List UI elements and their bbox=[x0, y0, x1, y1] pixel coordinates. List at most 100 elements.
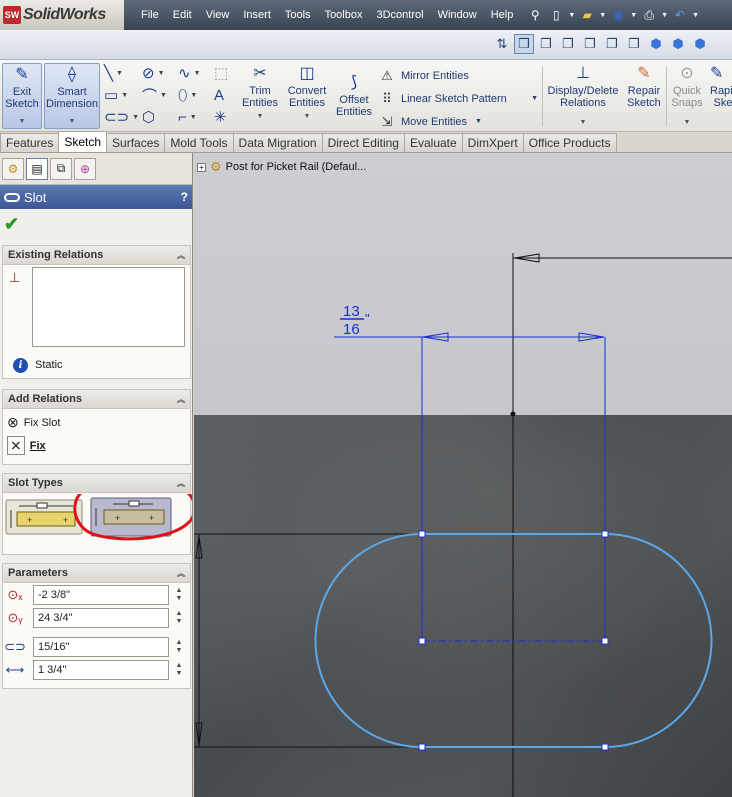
center-x-field[interactable] bbox=[33, 585, 169, 605]
chevron-down-icon[interactable]: ▼ bbox=[158, 70, 165, 77]
tab-sketch[interactable]: Sketch bbox=[58, 131, 108, 152]
tab-surfaces[interactable]: Surfaces bbox=[106, 133, 166, 152]
slot-corner-point[interactable] bbox=[418, 743, 426, 751]
print-icon[interactable]: ⎙ bbox=[640, 6, 658, 24]
menu-3dcontrol[interactable]: 3Dcontrol bbox=[369, 9, 430, 21]
tab-data-migration[interactable]: Data Migration bbox=[232, 133, 323, 152]
ellipse-tool[interactable]: ⬯ ▼ bbox=[178, 85, 218, 105]
convert-entities-button[interactable]: ◫ Convert Entities ▼ bbox=[284, 63, 330, 129]
dimension-13-16[interactable]: 13 16 " bbox=[334, 303, 606, 641]
spline-tool[interactable]: ∿ ▼ bbox=[178, 63, 218, 83]
slot-corner-point[interactable] bbox=[601, 530, 609, 538]
pin-icon[interactable]: ⚲ bbox=[526, 6, 544, 24]
dimxpert-manager-tab-icon[interactable]: ⊕ bbox=[74, 157, 96, 180]
help-button[interactable]: ? bbox=[181, 190, 188, 204]
linear-sketch-pattern-button[interactable]: ⠿ Linear Sketch Pattern ▼ bbox=[378, 87, 538, 110]
shaded-edges-icon[interactable]: ❐ bbox=[580, 34, 600, 54]
view-orientation-icon[interactable]: ⇅ bbox=[492, 34, 512, 54]
chevron-down-icon[interactable]: ▼ bbox=[69, 116, 76, 128]
chevron-down-icon[interactable]: ▼ bbox=[190, 114, 197, 121]
chevron-down-icon[interactable]: ▼ bbox=[160, 92, 167, 99]
arc-tool[interactable]: ⌒ ▼ bbox=[142, 85, 182, 105]
fillet-tool[interactable]: ⌐ ▼ bbox=[178, 107, 218, 127]
add-relations-header[interactable]: Add Relations ︽ bbox=[3, 390, 190, 409]
wireframe-icon[interactable]: ❒ bbox=[514, 34, 534, 54]
polygon-tool[interactable]: ⬡ bbox=[142, 107, 182, 127]
collapse-icon[interactable]: ︽ bbox=[177, 250, 185, 261]
collapse-icon[interactable]: ︽ bbox=[177, 394, 185, 405]
chevron-down-icon[interactable]: ▼ bbox=[692, 12, 699, 19]
fix-slot-option[interactable]: ⊗ Fix Slot bbox=[7, 414, 60, 431]
overall-length-slot-type-button[interactable]: + + bbox=[5, 499, 83, 535]
center-x-spinner[interactable]: ▲ ▼ bbox=[172, 585, 186, 605]
slot-corner-point[interactable] bbox=[601, 743, 609, 751]
menu-file[interactable]: File bbox=[134, 9, 166, 21]
slot-tool[interactable]: ⊂⊃ ▼ bbox=[104, 107, 144, 127]
trimetric-icon[interactable]: ⬢ bbox=[646, 34, 666, 54]
fix-option[interactable]: ⨯ Fix bbox=[7, 436, 46, 455]
trim-entities-button[interactable]: ✂ Trim Entities ▼ bbox=[240, 63, 280, 129]
chevron-down-icon[interactable]: ▼ bbox=[475, 118, 482, 125]
menu-window[interactable]: Window bbox=[431, 9, 484, 21]
slot-endpoint[interactable] bbox=[418, 637, 426, 645]
rapid-sketch-button[interactable]: ✎ Rapid Ske bbox=[710, 63, 732, 129]
chevron-down-icon[interactable]: ▼ bbox=[19, 116, 26, 128]
menu-help[interactable]: Help bbox=[484, 9, 521, 21]
slot-length-field[interactable] bbox=[33, 660, 169, 680]
collapse-icon[interactable]: ︽ bbox=[177, 478, 185, 489]
isometric-icon[interactable]: ❐ bbox=[624, 34, 644, 54]
open-folder-icon[interactable]: ▰ bbox=[578, 6, 596, 24]
menu-insert[interactable]: Insert bbox=[236, 9, 278, 21]
chevron-down-icon[interactable]: ▼ bbox=[630, 12, 637, 19]
center-y-spinner[interactable]: ▲ ▼ bbox=[172, 608, 186, 628]
graphics-area[interactable]: + ⚙ Post for Picket Rail (Defaul... 13 1… bbox=[194, 153, 732, 797]
chevron-down-icon[interactable]: ▼ bbox=[568, 12, 575, 19]
chevron-down-icon[interactable]: ▼ bbox=[304, 111, 311, 123]
offset-entities-button[interactable]: ⟆ Offset Entities bbox=[334, 72, 374, 138]
menu-toolbox[interactable]: Toolbox bbox=[318, 9, 370, 21]
property-manager-tab-icon[interactable]: ▤ bbox=[26, 157, 48, 180]
tab-features[interactable]: Features bbox=[0, 133, 60, 152]
parameters-header[interactable]: Parameters ︽ bbox=[3, 564, 190, 583]
ok-check-icon[interactable]: ✔ bbox=[4, 214, 19, 235]
chevron-down-icon[interactable]: ▼ bbox=[661, 12, 668, 19]
view-box-icon[interactable]: ⬢ bbox=[690, 34, 710, 54]
smart-dimension-button[interactable]: ⟠ Smart Dimension ▼ bbox=[44, 63, 100, 129]
menu-view[interactable]: View bbox=[199, 9, 237, 21]
shaded-icon[interactable]: ❐ bbox=[602, 34, 622, 54]
center-y-field[interactable] bbox=[33, 608, 169, 628]
repair-sketch-button[interactable]: ✎ Repair Sketch bbox=[624, 63, 664, 129]
dimetric-icon[interactable]: ⬢ bbox=[668, 34, 688, 54]
hidden-lines-visible-icon[interactable]: ❐ bbox=[536, 34, 556, 54]
sketch-point[interactable] bbox=[510, 411, 516, 417]
slot-length-spinner[interactable]: ▲ ▼ bbox=[172, 660, 186, 680]
rectangle-tool[interactable]: ▭ ▼ bbox=[104, 85, 144, 105]
chevron-down-icon[interactable]: ▼ bbox=[194, 70, 201, 77]
quick-snaps-button[interactable]: ⊙ Quick Snaps ▼ bbox=[668, 63, 706, 129]
chevron-down-icon[interactable]: ▼ bbox=[531, 95, 538, 102]
slot-endpoint[interactable] bbox=[601, 637, 609, 645]
move-entities-button[interactable]: ⇲ Move Entities ▼ bbox=[378, 110, 538, 133]
new-document-icon[interactable]: ▯ bbox=[547, 6, 565, 24]
chevron-down-icon[interactable]: ▼ bbox=[190, 92, 197, 99]
chevron-down-icon[interactable]: ▼ bbox=[257, 111, 264, 123]
menu-edit[interactable]: Edit bbox=[166, 9, 199, 21]
sketch-canvas[interactable]: 13 16 " bbox=[194, 153, 732, 797]
circle-tool[interactable]: ⊘ ▼ bbox=[142, 63, 182, 83]
slot-width-spinner[interactable]: ▲ ▼ bbox=[172, 637, 186, 657]
slot-corner-point[interactable] bbox=[418, 530, 426, 538]
collapse-icon[interactable]: ︽ bbox=[177, 568, 185, 579]
existing-relations-header[interactable]: Existing Relations ︽ bbox=[3, 246, 190, 265]
configuration-manager-tab-icon[interactable]: ⧉ bbox=[50, 157, 72, 180]
slot-types-header[interactable]: Slot Types ︽ bbox=[3, 474, 190, 493]
tab-dimxpert[interactable]: DimXpert bbox=[461, 133, 524, 152]
display-delete-relations-button[interactable]: ⊥ Display/Delete Relations ▼ bbox=[546, 63, 620, 129]
tab-direct-editing[interactable]: Direct Editing bbox=[321, 133, 405, 152]
chevron-down-icon[interactable]: ▼ bbox=[684, 117, 691, 129]
save-icon[interactable]: ▣ bbox=[609, 6, 627, 24]
menu-tools[interactable]: Tools bbox=[278, 9, 318, 21]
chevron-down-icon[interactable]: ▼ bbox=[132, 114, 139, 121]
chevron-down-icon[interactable]: ▼ bbox=[599, 12, 606, 19]
exit-sketch-button[interactable]: ✎ Exit Sketch ▼ bbox=[2, 63, 42, 129]
chevron-down-icon[interactable]: ▼ bbox=[121, 92, 128, 99]
